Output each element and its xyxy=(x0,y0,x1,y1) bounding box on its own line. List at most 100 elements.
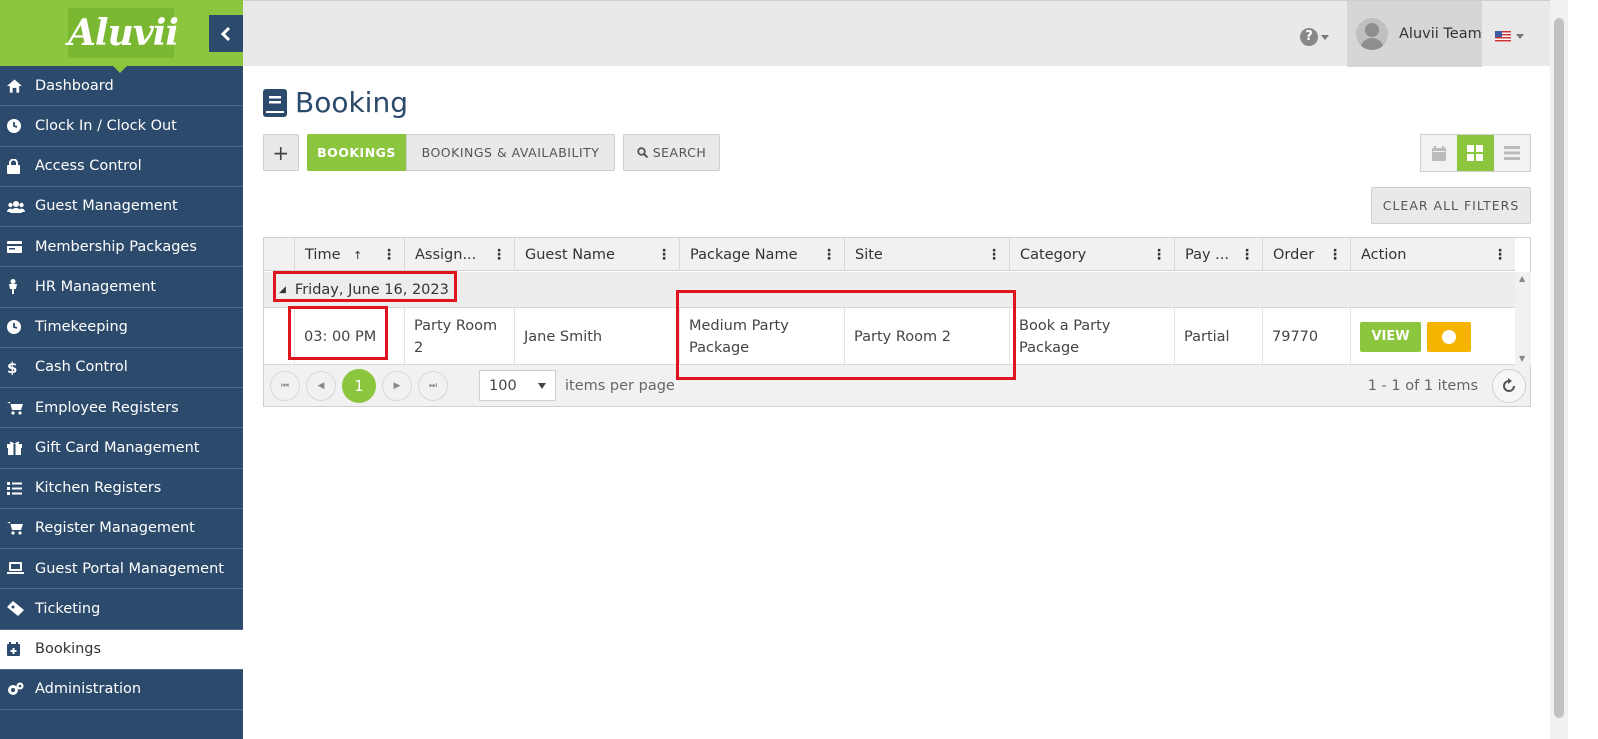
column-menu-icon[interactable]: ⋮ xyxy=(492,248,506,262)
add-booking-button[interactable]: + xyxy=(263,134,299,171)
svg-text:$: $ xyxy=(7,360,17,375)
scroll-up-icon[interactable]: ▲ xyxy=(1519,274,1525,283)
sidebar-item-guest-portal-management[interactable]: Guest Portal Management xyxy=(0,549,243,590)
bookings-grid: Time ↑ ⋮ Assign... ⋮ Guest Name ⋮ Package N… xyxy=(263,237,1531,407)
view-booking-button[interactable]: VIEW xyxy=(1360,321,1421,352)
home-icon xyxy=(7,79,22,93)
sidebar-item-clock-in-out[interactable]: Clock In / Clock Out xyxy=(0,106,243,147)
table-row[interactable]: 03: 00 PM Party Room 2 Jane Smith Medium… xyxy=(264,308,1515,365)
gift-icon xyxy=(7,442,22,456)
sidebar-item-label: Employee Registers xyxy=(35,399,179,416)
language-selector[interactable] xyxy=(1495,31,1524,42)
column-header-time[interactable]: Time ↑ ⋮ xyxy=(294,238,404,271)
search-button[interactable]: SEARCH xyxy=(623,134,720,171)
scroll-down-icon[interactable]: ▼ xyxy=(1519,354,1525,363)
list-icon xyxy=(1503,146,1520,160)
page-header: Booking xyxy=(263,86,408,119)
question-icon: ? xyxy=(1300,28,1318,46)
grid-view-button[interactable] xyxy=(1457,135,1494,171)
sidebar-item-cash-control[interactable]: $ Cash Control xyxy=(0,348,243,388)
calendar-view-button[interactable] xyxy=(1421,135,1457,171)
column-header-order[interactable]: Order ⋮ xyxy=(1262,238,1350,271)
sidebar-item-label: Register Management xyxy=(35,520,195,537)
sidebar-item-label: Administration xyxy=(35,681,142,698)
sidebar-item-membership-packages[interactable]: Membership Packages xyxy=(0,227,243,268)
column-menu-icon[interactable]: ⋮ xyxy=(987,248,1001,262)
last-page-button[interactable]: ⏭ xyxy=(418,370,448,401)
sidebar-item-timekeeping[interactable]: Timekeeping xyxy=(0,308,243,348)
help-menu[interactable]: ? xyxy=(1300,28,1329,46)
column-header-action[interactable]: Action ⋮ xyxy=(1350,238,1515,271)
column-header-site[interactable]: Site ⋮ xyxy=(844,238,1009,271)
refresh-button[interactable] xyxy=(1492,368,1526,403)
grid-scrollbar[interactable]: ▲ ▼ xyxy=(1515,272,1531,365)
circle-icon xyxy=(1442,329,1456,344)
sidebar-item-bookings[interactable]: Bookings xyxy=(0,629,243,670)
sidebar-item-label: Bookings xyxy=(35,641,102,658)
tab-bookings-availability[interactable]: BOOKINGS & AVAILABILITY xyxy=(406,134,615,171)
next-page-button[interactable]: ▶ xyxy=(382,370,412,401)
users-icon xyxy=(7,200,25,213)
sidebar-item-label: Dashboard xyxy=(35,77,114,94)
cell-assigned: Party Room 2 xyxy=(404,308,514,365)
logo-bar: Aluvii xyxy=(0,0,243,66)
tab-bookings[interactable]: BOOKINGS xyxy=(307,134,406,171)
sidebar-item-register-management[interactable]: Register Management xyxy=(0,509,243,549)
sidebar-item-kitchen-registers[interactable]: Kitchen Registers xyxy=(0,469,243,509)
clear-all-filters-button[interactable]: CLEAR ALL FILTERS xyxy=(1371,187,1531,224)
column-header-guest-name[interactable]: Guest Name ⋮ xyxy=(514,238,679,271)
cell-category: Book a Party Package xyxy=(1009,308,1174,365)
collapse-sidebar-button[interactable] xyxy=(209,15,243,52)
column-menu-icon[interactable]: ⋮ xyxy=(657,248,671,262)
column-menu-icon[interactable]: ⋮ xyxy=(1328,248,1342,262)
column-header-assigned[interactable]: Assign... ⋮ xyxy=(404,238,514,271)
column-header-payment[interactable]: Pay ... ⋮ xyxy=(1174,238,1262,271)
sidebar-item-label: Cash Control xyxy=(35,359,128,376)
row-spacer xyxy=(264,308,294,365)
list-view-button[interactable] xyxy=(1494,135,1530,171)
sidebar-item-guest-management[interactable]: Guest Management xyxy=(0,187,243,227)
column-header-category[interactable]: Category ⋮ xyxy=(1009,238,1174,271)
user-menu[interactable]: Aluvii Team xyxy=(1347,1,1482,67)
cell-time: 03: 00 PM xyxy=(294,308,404,365)
column-menu-icon[interactable]: ⋮ xyxy=(1152,248,1166,262)
lock-icon xyxy=(7,158,20,174)
sidebar-item-administration[interactable]: Administration xyxy=(0,670,243,710)
column-menu-icon[interactable]: ⋮ xyxy=(822,248,836,262)
page-size-select[interactable]: 100 xyxy=(479,370,556,401)
sidebar-item-employee-registers[interactable]: Employee Registers xyxy=(0,388,243,429)
page-number-button[interactable]: 1 xyxy=(342,368,376,403)
collapse-group-icon[interactable]: ◢ xyxy=(279,285,286,295)
sidebar-item-access-control[interactable]: Access Control xyxy=(0,147,243,187)
column-menu-icon[interactable]: ⋮ xyxy=(1493,248,1507,262)
column-menu-icon[interactable]: ⋮ xyxy=(382,248,396,262)
status-toggle-button[interactable] xyxy=(1427,321,1471,352)
page-scrollbar[interactable] xyxy=(1550,0,1568,739)
aluvii-logo[interactable]: Aluvii xyxy=(68,8,179,58)
pager-summary: 1 - 1 of 1 items xyxy=(1367,377,1478,394)
sidebar: Aluvii Dashboard Clock In / Clock Out Ac… xyxy=(0,0,243,739)
group-row-date: ◢ Friday, June 16, 2023 xyxy=(264,272,1515,308)
dollar-icon: $ xyxy=(7,360,17,375)
sidebar-item-ticketing[interactable]: Ticketing xyxy=(0,589,243,630)
sidebar-item-label: Ticketing xyxy=(35,600,101,617)
prev-page-button[interactable]: ◀ xyxy=(306,370,336,401)
cogs-icon xyxy=(8,682,24,695)
column-menu-icon[interactable]: ⋮ xyxy=(1240,248,1254,262)
cell-guest-name: Jane Smith xyxy=(514,308,679,365)
column-label: Action xyxy=(1361,246,1407,263)
sidebar-item-label: Gift Card Management xyxy=(35,439,200,456)
first-page-button[interactable]: ⏮ xyxy=(270,370,300,401)
sidebar-item-hr-management[interactable]: HR Management xyxy=(0,267,243,308)
sidebar-item-label: HR Management xyxy=(35,278,157,295)
cart-icon xyxy=(7,401,23,415)
scrollbar-thumb[interactable] xyxy=(1554,18,1564,718)
laptop-icon xyxy=(7,562,24,575)
avatar xyxy=(1356,18,1388,50)
cell-order: 79770 xyxy=(1262,308,1350,365)
card-icon xyxy=(7,240,22,253)
sidebar-item-gift-card-management[interactable]: Gift Card Management xyxy=(0,428,243,469)
cart-plus-icon xyxy=(7,522,23,535)
column-header-package-name[interactable]: Package Name ⋮ xyxy=(679,238,844,271)
sidebar-item-label: Kitchen Registers xyxy=(35,480,162,497)
